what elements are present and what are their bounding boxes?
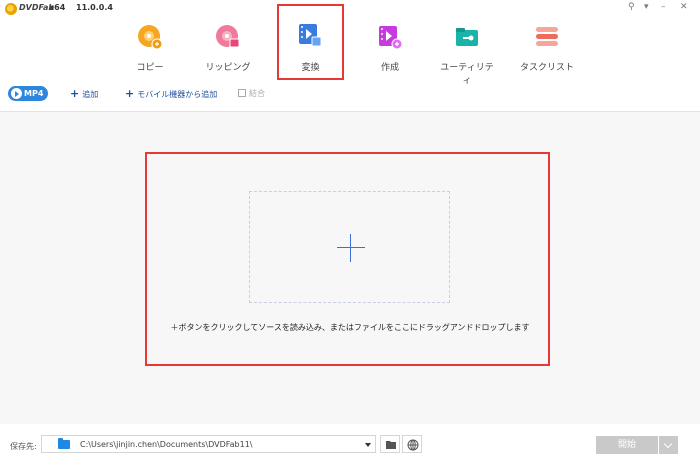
nav-copy[interactable]: コピー <box>120 20 180 74</box>
output-path-text: C:\Users\jinjin.chen\Documents\DVDFab11\ <box>80 440 253 449</box>
open-folder-icon <box>386 441 396 449</box>
save-to-label: 保存先: <box>10 442 37 451</box>
version-label: 11.0.0.4 <box>76 3 113 12</box>
plus-icon: + <box>125 87 135 100</box>
start-button[interactable]: 開始 <box>596 436 658 454</box>
toolbar: MP4 + 追加 + モバイル機器から追加 結合 <box>0 82 700 104</box>
menu-dropdown-icon[interactable]: ▾ <box>644 2 649 12</box>
add-from-mobile-label: モバイル機器から追加 <box>137 90 218 99</box>
nav-ripper[interactable]: リッピング <box>198 20 258 74</box>
add-label: 追加 <box>82 90 99 99</box>
merge-label: 結合 <box>249 89 265 98</box>
add-source-dropzone[interactable] <box>249 191 450 303</box>
profile-label: MP4 <box>24 89 44 98</box>
nav-task-list-label: タスクリスト <box>519 63 574 73</box>
output-path-select[interactable]: C:\Users\jinjin.chen\Documents\DVDFab11\ <box>41 435 376 453</box>
nav-creator-label: 作成 <box>380 63 399 73</box>
merge-button[interactable]: 結合 <box>238 88 265 100</box>
video-convert-icon <box>299 24 322 47</box>
bottom-bar: 保存先: C:\Users\jinjin.chen\Documents\DVDF… <box>0 424 700 462</box>
add-button[interactable]: + 追加 <box>70 88 98 100</box>
browse-folder-button[interactable] <box>380 435 400 453</box>
globe-icon <box>407 439 419 451</box>
dvdfab-logo-icon <box>5 3 17 15</box>
nav-task-list[interactable]: タスクリスト <box>517 20 577 74</box>
title-bar: DVDFab x64 11.0.0.4 ⚲ ▾ – ✕ <box>0 0 700 18</box>
app-window: DVDFab x64 11.0.0.4 ⚲ ▾ – ✕ コピー リッピング 変換… <box>0 0 700 462</box>
minimize-icon[interactable]: – <box>661 2 666 12</box>
nav-utilities[interactable]: ユーティリティ <box>437 20 497 86</box>
iso-output-button[interactable] <box>402 435 422 453</box>
disc-rip-icon <box>216 25 240 48</box>
nav-copy-label: コピー <box>136 63 164 73</box>
add-from-mobile-button[interactable]: + モバイル機器から追加 <box>125 88 217 100</box>
add-plus-icon-vertical <box>350 234 351 262</box>
task-list-icon <box>536 27 558 46</box>
start-options-dropdown[interactable] <box>659 436 678 454</box>
nav-creator[interactable]: 作成 <box>360 20 420 74</box>
chevron-down-icon[interactable] <box>365 443 371 447</box>
nav-ripper-label: リッピング <box>205 63 251 73</box>
disc-copy-icon <box>138 25 163 50</box>
play-icon <box>11 88 22 99</box>
close-icon[interactable]: ✕ <box>680 2 688 12</box>
nav-converter[interactable]: 変換 <box>277 4 344 80</box>
folder-icon <box>58 438 70 449</box>
nav-converter-label: 変換 <box>301 63 320 73</box>
feedback-icon[interactable]: ⚲ <box>628 2 635 12</box>
toolbox-icon <box>456 28 478 46</box>
video-create-icon <box>379 26 403 50</box>
drop-hint-text: ＋ボタンをクリックしてソースを読み込み、またはファイルをここにドラッグアンドドロ… <box>170 323 530 332</box>
profile-selector-button[interactable]: MP4 <box>8 86 48 101</box>
merge-icon <box>238 89 246 97</box>
add-plus-icon <box>337 247 365 248</box>
edition-label: x64 <box>49 3 66 12</box>
plus-icon: + <box>70 87 80 100</box>
source-area: ＋ボタンをクリックしてソースを読み込み、またはファイルをここにドラッグアンドドロ… <box>0 112 700 424</box>
